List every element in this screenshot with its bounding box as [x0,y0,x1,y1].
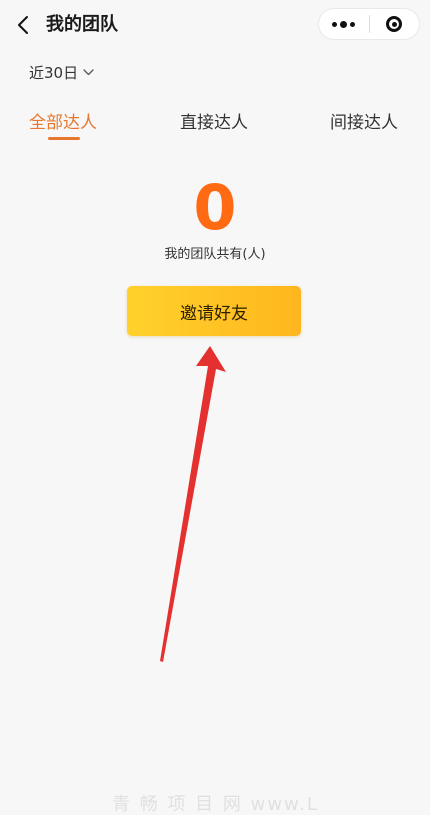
tab-indirect-talents[interactable]: 间接达人 [330,110,398,136]
team-count: 0 [193,171,237,244]
team-page: 我的团队 近30日 全部达人 直接达人 间接达人 0 我的团队共有(人) 邀请好… [0,0,430,815]
invite-friends-button[interactable]: 邀请好友 [127,286,301,336]
page-title: 我的团队 [46,14,118,35]
more-button[interactable] [319,9,369,39]
date-range-dropdown[interactable]: 近30日 [29,61,94,83]
target-icon [386,16,403,32]
tab-all-talents[interactable]: 全部达人 [29,110,97,136]
chevron-left-icon [18,16,28,34]
active-tab-indicator [48,137,80,140]
annotation-arrow [160,346,226,662]
back-button[interactable] [10,10,36,40]
mini-program-capsule [318,8,420,40]
talent-tabs: 全部达人 直接达人 间接达人 [0,110,430,144]
more-dots-icon [332,20,356,28]
watermark: 青 畅 项 目 网 www.L [112,794,319,815]
date-range-label: 近30日 [29,63,79,82]
close-mini-program-button[interactable] [369,9,419,39]
chevron-down-icon [83,68,94,75]
team-count-label: 我的团队共有(人) [164,247,266,262]
tab-direct-talents[interactable]: 直接达人 [180,110,248,136]
navigation-bar: 我的团队 [0,0,430,50]
